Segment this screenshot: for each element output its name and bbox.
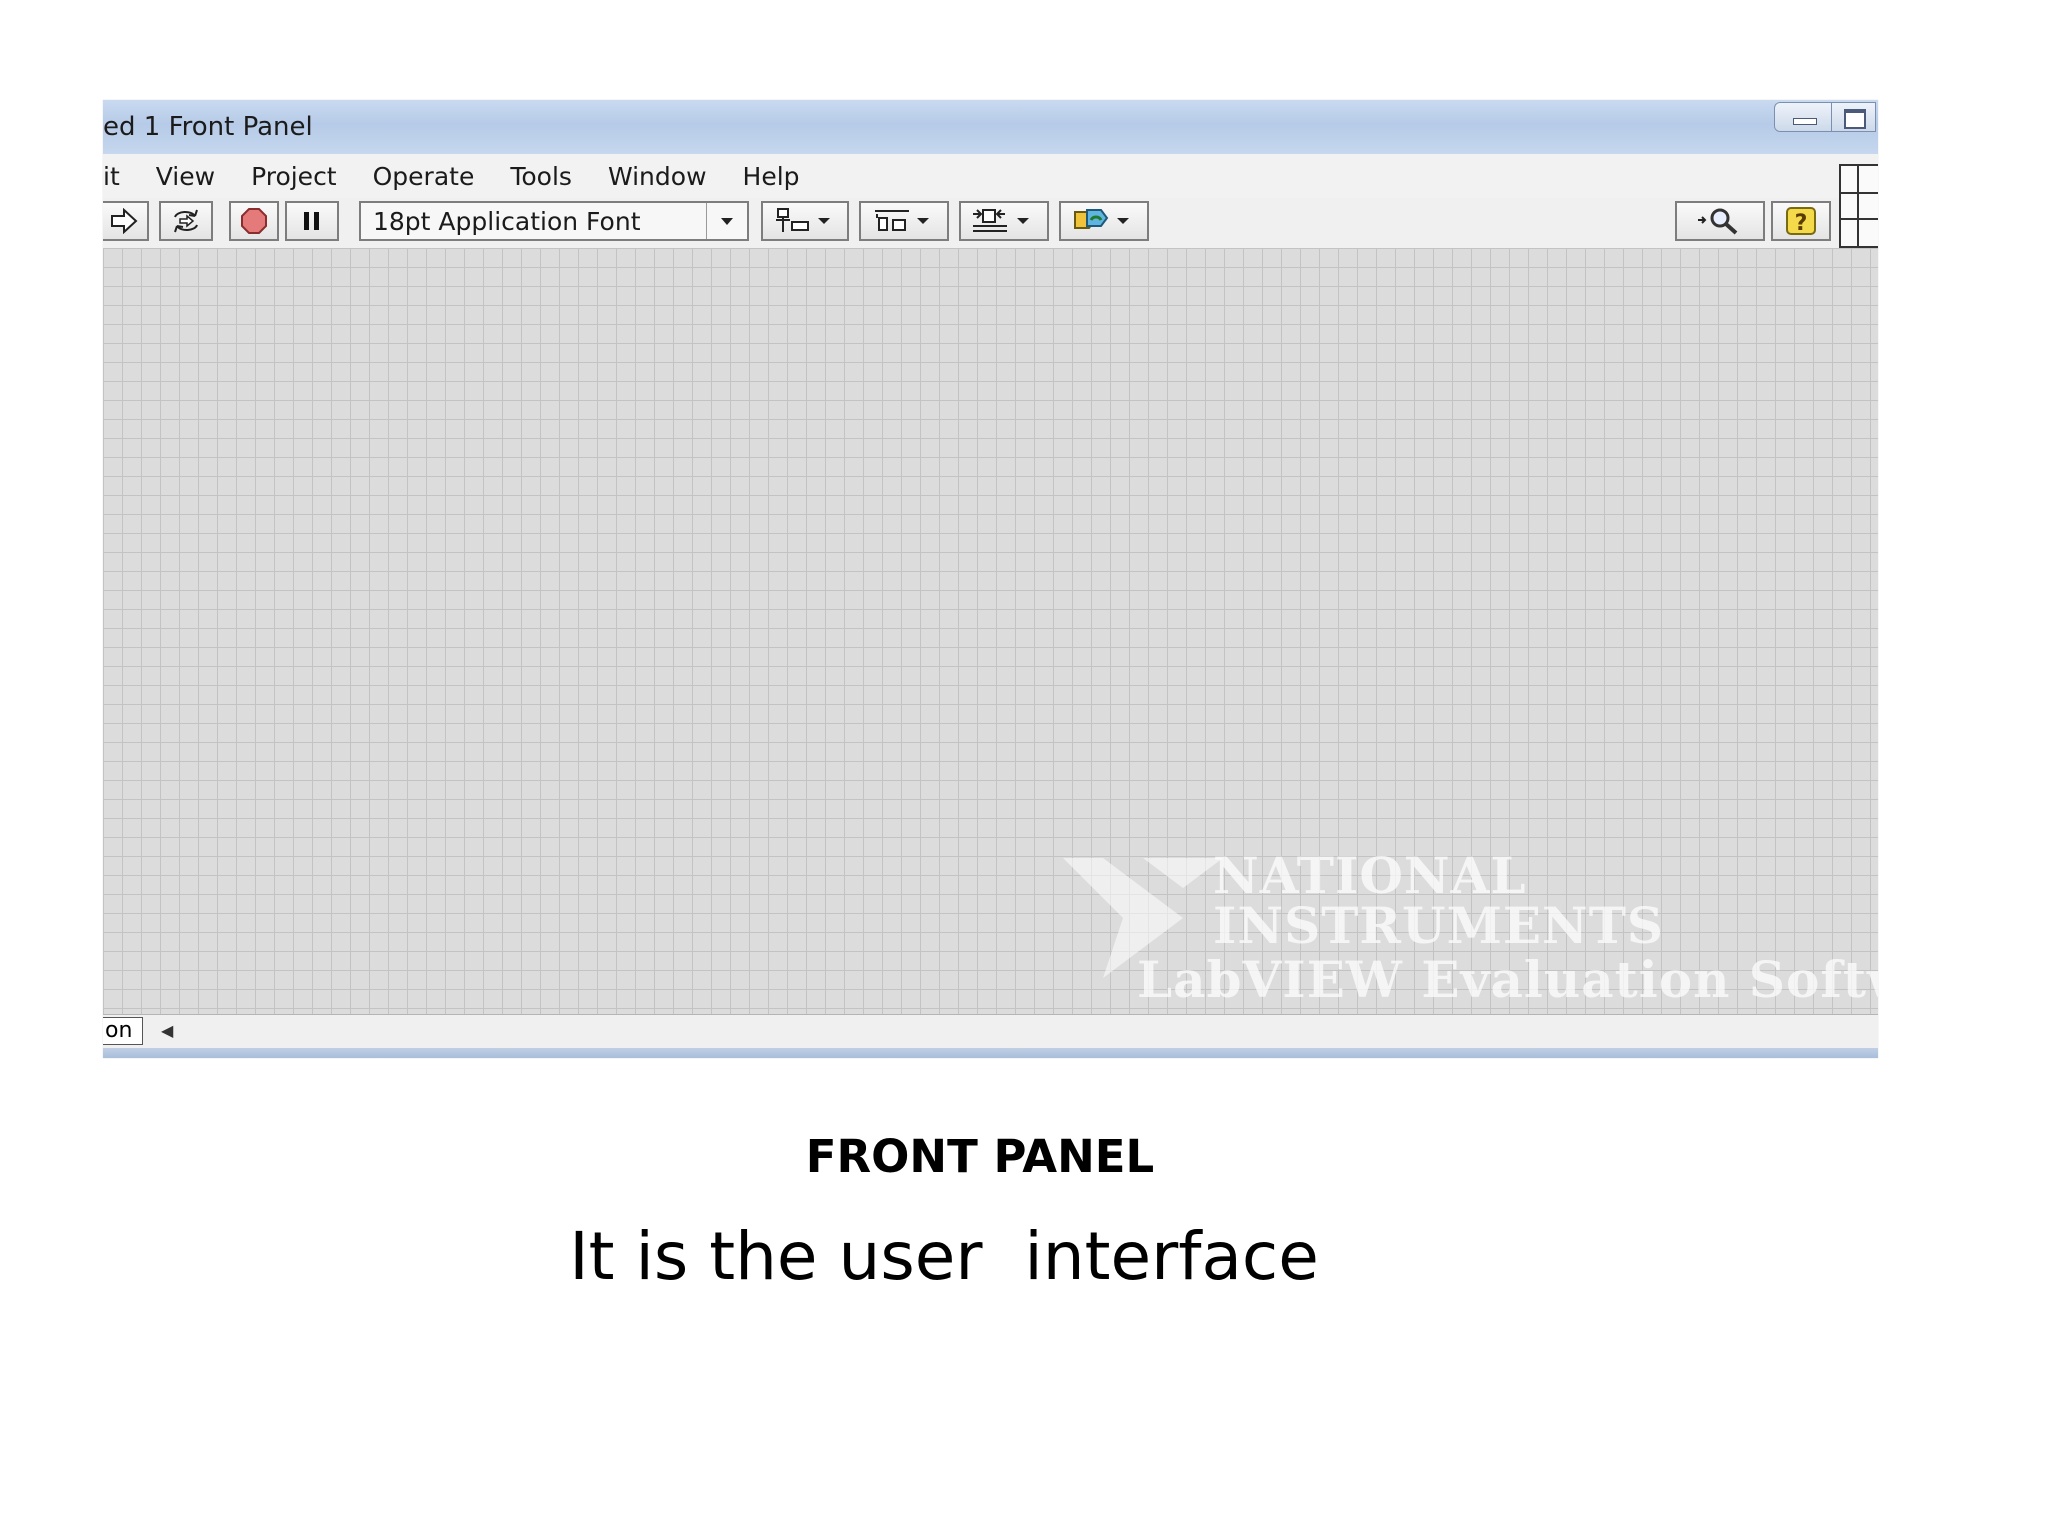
pause-icon[interactable] <box>285 201 339 241</box>
front-panel-canvas[interactable]: NATIONAL INSTRUMENTS LabVIEW Evaluation … <box>103 248 1878 1014</box>
caption-body: It is the user interface <box>569 1218 1319 1295</box>
status-bar: on ◀ <box>103 1014 1878 1049</box>
caption-title: FRONT PANEL <box>805 1130 1155 1183</box>
search-icon[interactable] <box>1675 201 1765 241</box>
abort-stop-icon[interactable] <box>229 201 279 241</box>
toolbar: 18pt Application Font ? <box>103 164 1878 249</box>
svg-text:?: ? <box>1795 211 1808 236</box>
window-controls <box>1774 102 1876 132</box>
menu-operate[interactable]: Operate <box>373 162 475 191</box>
minimize-icon[interactable] <box>1774 102 1832 132</box>
menu-project[interactable]: Project <box>251 162 337 191</box>
run-continuously-icon[interactable] <box>159 201 213 241</box>
menu-tools[interactable]: Tools <box>510 162 572 191</box>
ni-labview-watermark: NATIONAL INSTRUMENTS LabVIEW Evaluation … <box>1063 846 1878 1009</box>
panel-grid-icon[interactable] <box>1839 164 1878 248</box>
labview-front-panel-window: ed 1 Front Panel it View Project Operate… <box>103 100 1878 1058</box>
title-bar: ed 1 Front Panel <box>103 100 1878 154</box>
menu-view[interactable]: View <box>156 162 215 191</box>
menu-bar: it View Project Operate Tools Window Hel… <box>103 154 1878 199</box>
watermark-line3: LabVIEW Evaluation Softwa <box>1137 950 1878 1009</box>
status-tab[interactable]: on <box>103 1017 143 1045</box>
align-objects-icon[interactable] <box>761 201 849 241</box>
font-select[interactable]: 18pt Application Font <box>359 201 749 241</box>
font-select-value: 18pt Application Font <box>373 207 641 236</box>
chevron-down-icon[interactable] <box>706 203 747 239</box>
maximize-icon[interactable] <box>1832 102 1876 132</box>
window-title: ed 1 Front Panel <box>103 112 313 142</box>
menu-help[interactable]: Help <box>743 162 800 191</box>
menu-window[interactable]: Window <box>608 162 707 191</box>
menu-edit[interactable]: it <box>103 162 120 191</box>
reorder-icon[interactable] <box>1059 201 1149 241</box>
window-bottom-border <box>103 1048 1878 1058</box>
resize-objects-icon[interactable] <box>959 201 1049 241</box>
watermark-line2: INSTRUMENTS <box>1213 896 1665 955</box>
context-help-icon[interactable]: ? <box>1771 201 1831 241</box>
slide: ed 1 Front Panel it View Project Operate… <box>0 0 2048 1536</box>
distribute-objects-icon[interactable] <box>859 201 949 241</box>
scroll-left-arrow-icon[interactable]: ◀ <box>161 1021 173 1040</box>
run-arrow-icon[interactable] <box>103 201 149 241</box>
